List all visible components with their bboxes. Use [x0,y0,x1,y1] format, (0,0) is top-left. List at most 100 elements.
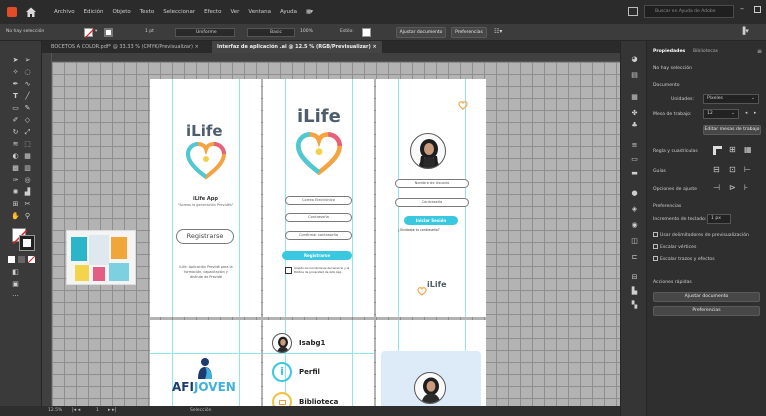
menu-item-user[interactable]: Isabg1 [299,339,325,347]
lock-guides-icon[interactable]: ⊡ [729,166,736,174]
menu-ayuda[interactable]: Ayuda [280,9,297,15]
artboard-nav-icon[interactable]: |◂ ◂ [72,407,80,413]
gradient-panel-icon[interactable]: ▭ [630,155,639,164]
menu-item-library[interactable]: Biblioteca [299,398,338,406]
checkbox-preview-bounds[interactable]: Usar delimitadores de previsualización [653,232,749,238]
menu-texto[interactable]: Texto [140,9,155,15]
pen-tool-icon[interactable]: ✒ [11,80,20,89]
zoom-level[interactable]: 12.5% [48,408,62,413]
fill-color-swatch[interactable] [84,28,95,39]
brush-select[interactable]: Basic [247,28,295,37]
snap-grid-icon[interactable]: ⊳ [729,184,736,192]
pathfinder-panel-icon[interactable]: ▙ [630,287,639,296]
graph-tool-icon[interactable]: ▟ [23,188,32,197]
checkbox-scale-strokes[interactable]: Escalar trazos y efectos [653,256,715,262]
symbols-panel-icon[interactable]: ✤ [630,109,639,118]
artboards-panel-icon[interactable]: ◉ [630,221,639,230]
tab-bocetos[interactable]: BOCETOS A COLOR.pdf* @ 33.33 % (CMYK/Pre… [46,41,204,53]
snap-point-icon[interactable]: ⊣ [713,184,720,192]
login-username-field[interactable]: Nombre de Usuario [395,179,469,188]
panel-menu-icon[interactable]: ≡ [757,48,762,55]
checkbox-scale-corners[interactable]: Escalar vértices [653,244,696,250]
ruler-toggle-icon[interactable] [713,146,722,155]
workspace-switcher-icon[interactable]: ▦▾ [306,9,313,15]
artboard-prev-icon[interactable]: ◂ [745,111,747,116]
type-tool-icon[interactable]: T [11,92,20,101]
pixel-grid-toggle-icon[interactable]: ▦ [744,146,752,154]
style-swatch[interactable] [362,28,371,37]
scale-tool-icon[interactable]: ⤢ [23,128,32,137]
mesh-tool-icon[interactable]: ▩ [11,164,20,173]
stroke-swatch[interactable] [19,235,35,251]
align-panel-icon[interactable]: ⊟ [630,273,639,282]
magic-wand-icon[interactable]: ✧ [11,68,20,77]
artboard-login[interactable]: Nombre de Usuario Contraseña Iniciar Ses… [376,79,486,317]
stroke-panel-icon[interactable]: ≡ [630,141,639,150]
home-icon[interactable] [25,6,37,18]
app-icon[interactable] [7,7,17,17]
stroke-style-select[interactable]: Uniforme [175,28,235,37]
opacity-value[interactable]: 100% [300,29,313,34]
keyboard-increment-input[interactable]: 1 px [707,214,731,224]
selection-tool-icon[interactable]: ➤ [11,56,20,65]
eyedropper-icon[interactable]: ✑ [11,176,20,185]
terms-checkbox[interactable] [285,267,292,274]
blend-tool-icon[interactable]: ◎ [23,176,32,185]
panel-document-setup-button[interactable]: Ajustar documento [653,292,760,302]
menu-ver[interactable]: Ver [230,9,239,15]
appearance-panel-icon[interactable]: ● [630,189,639,198]
stroke-color-swatch[interactable] [104,28,113,37]
register-password-field[interactable]: Contraseña [285,213,352,222]
menu-seleccionar[interactable]: Seleccionar [163,9,195,15]
shaper-tool-icon[interactable]: ✐ [11,116,20,125]
menu-edicion[interactable]: Edición [84,9,104,15]
tab-properties[interactable]: Propiedades [653,49,685,54]
direct-selection-tool-icon[interactable]: ➢ [23,56,32,65]
artboard-select[interactable]: 12 ⌄ [703,109,739,119]
rectangle-tool-icon[interactable]: ▭ [11,104,20,113]
panel-preferences-button[interactable]: Preferencias [653,306,760,316]
minimize-icon[interactable]: – [740,5,748,14]
none-mode-icon[interactable] [27,255,36,264]
maximize-icon[interactable] [754,6,761,13]
menu-efecto[interactable]: Efecto [204,9,221,15]
hand-tool-icon[interactable]: ✋ [11,212,20,221]
tab-interfaz[interactable]: Interfaz de aplicación .ai @ 12.5 % (RGB… [212,41,382,53]
more-tools-icon[interactable]: ··· [11,292,20,301]
preferences-button[interactable]: Preferencias [451,27,487,38]
artboard-profile[interactable] [376,320,486,406]
swatches-panel-icon[interactable]: ▤ [630,71,639,80]
warp-tool-icon[interactable]: ≋ [11,140,20,149]
artboard-nav-next-icon[interactable]: ▸ ▸| [108,407,116,413]
login-button[interactable]: Iniciar Sesión [404,216,458,225]
register-submit-button[interactable]: Registrarse [282,251,352,260]
grid-toggle-icon[interactable]: ⊞ [729,146,736,154]
symbol-sprayer-icon[interactable]: ✺ [11,188,20,197]
artboard-next-icon[interactable]: ▸ [754,111,756,116]
artboard-tool-icon[interactable]: ⊞ [11,200,20,209]
login-password-field[interactable]: Contraseña [395,198,469,207]
register-confirm-password-field[interactable]: Confirmar contraseña [285,231,352,240]
register-email-field[interactable]: Correo Electrónico [285,196,352,205]
libraries-panel-icon[interactable]: ◫ [630,237,639,246]
artboard-menu[interactable]: Isabg1 i Perfil Biblioteca [263,320,374,406]
transparency-panel-icon[interactable]: ▬ [630,169,639,178]
gradient-mode-icon[interactable] [18,256,25,263]
graphic-styles-icon[interactable]: ♣ [630,121,639,130]
color-panel-icon[interactable]: ◕ [630,55,639,64]
layers-panel-icon[interactable]: ◈ [630,205,639,214]
menu-objeto[interactable]: Objeto [112,9,130,15]
line-tool-icon[interactable]: ╱ [23,92,32,101]
close-icon[interactable]: × [195,44,199,50]
artboard-brand[interactable]: AFIJOVEN [150,320,261,406]
smart-guides-icon[interactable]: ⊢ [744,166,751,174]
align-options-icon[interactable]: ☷▾ [494,28,502,35]
draw-mode-icon[interactable]: ◧ [11,268,20,277]
artboard-number[interactable]: 1 [96,408,99,413]
color-mode-icon[interactable] [8,256,15,263]
free-transform-icon[interactable]: ⬚ [23,140,32,149]
slice-tool-icon[interactable]: ✂ [23,200,32,209]
help-search-input[interactable]: Buscar en Ayuda de Adobe [644,5,734,18]
arrange-docs-icon[interactable] [628,7,638,16]
fill-dropdown-icon[interactable]: ▾ [95,29,97,34]
